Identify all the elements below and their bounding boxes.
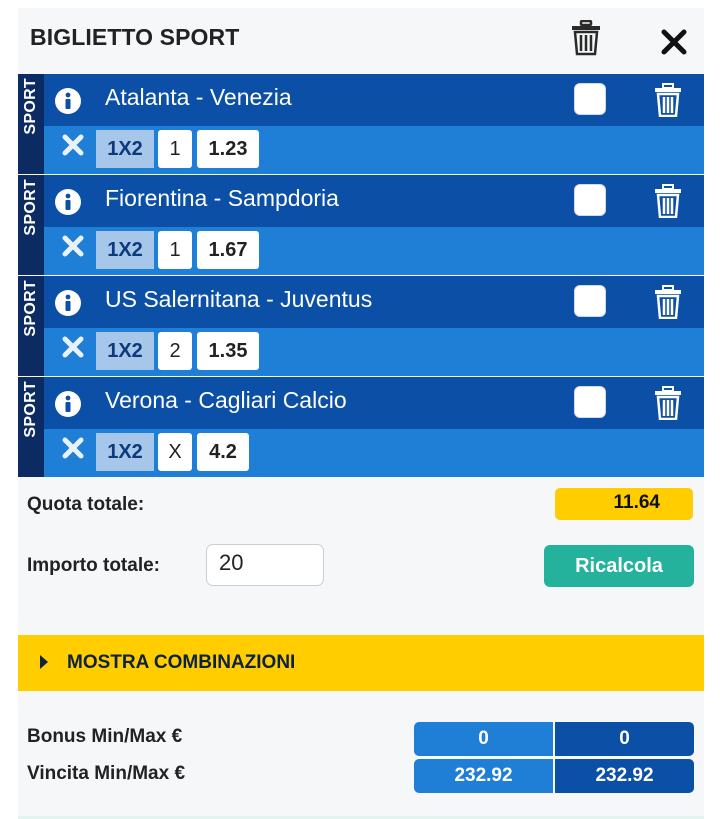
market-chip: 1X2: [96, 433, 154, 471]
sport-label: SPORT: [22, 179, 39, 236]
close-icon[interactable]: [660, 28, 688, 56]
trash-icon[interactable]: [655, 386, 681, 420]
quota-label: Quota totale:: [27, 494, 145, 515]
bet-row: SPORT Fiorentina - Sampdoria 1X2 1 1.67: [18, 175, 704, 275]
trash-all-icon[interactable]: [571, 20, 601, 56]
sport-label: SPORT: [22, 280, 39, 337]
sport-label: SPORT: [22, 78, 39, 135]
odd-chip: 1.23: [197, 130, 259, 168]
bonus-min-value: 0: [414, 722, 553, 756]
bet-selection-bar: 1X2 1 1.67: [44, 227, 704, 275]
info-icon[interactable]: [54, 390, 82, 418]
match-name: US Salernitana - Juventus: [105, 286, 373, 312]
bonus-label: Bonus Min/Max €: [27, 726, 183, 747]
amount-input[interactable]: 20: [206, 544, 324, 586]
sport-tab: SPORT: [18, 377, 44, 477]
market-chip: 1X2: [96, 332, 154, 370]
market-chip: 1X2: [96, 231, 154, 269]
bet-checkbox[interactable]: [574, 285, 606, 317]
show-combinations-toggle[interactable]: MOSTRA COMBINAZIONI: [18, 635, 704, 691]
bet-checkbox[interactable]: [574, 83, 606, 115]
match-name: Fiorentina - Sampdoria: [105, 185, 339, 211]
bet-row: SPORT Atalanta - Venezia 1X2 1 1.23: [18, 74, 704, 174]
bet-row: SPORT Verona - Cagliari Calcio 1X2 X 4.2: [18, 377, 704, 477]
selection-chip: 1: [158, 130, 192, 168]
remove-selection-icon[interactable]: [62, 134, 84, 156]
odd-chip: 1.67: [197, 231, 259, 269]
remove-selection-icon[interactable]: [62, 437, 84, 459]
remove-selection-icon[interactable]: [62, 336, 84, 358]
match-name: Atalanta - Venezia: [105, 84, 292, 110]
win-max-value: 232.92: [555, 759, 694, 793]
caret-right-icon: [40, 655, 48, 669]
trash-icon[interactable]: [655, 285, 681, 319]
bet-match-bar: Verona - Cagliari Calcio: [44, 377, 704, 429]
win-label: Vincita Min/Max €: [27, 763, 186, 784]
selection-chip: 2: [158, 332, 192, 370]
bonus-max-value: 0: [555, 722, 694, 756]
bet-selection-bar: 1X2 2 1.35: [44, 328, 704, 376]
info-icon[interactable]: [54, 289, 82, 317]
bet-selection-bar: 1X2 1 1.23: [44, 126, 704, 174]
bet-row: SPORT US Salernitana - Juventus 1X2 2 1.…: [18, 276, 704, 376]
selection-chip: X: [158, 433, 192, 471]
bet-match-bar: Fiorentina - Sampdoria: [44, 175, 704, 227]
odd-chip: 4.2: [197, 433, 249, 471]
slip-header: BIGLIETTO SPORT: [18, 8, 704, 74]
sport-label: SPORT: [22, 381, 39, 438]
slip-title: BIGLIETTO SPORT: [30, 24, 240, 50]
info-icon[interactable]: [54, 87, 82, 115]
market-chip: 1X2: [96, 130, 154, 168]
bet-match-bar: US Salernitana - Juventus: [44, 276, 704, 328]
bet-slip-panel: BIGLIETTO SPORT SPORT Atalanta - Venezia…: [18, 8, 704, 819]
amount-label: Importo totale:: [27, 555, 160, 576]
bet-match-bar: Atalanta - Venezia: [44, 74, 704, 126]
bet-checkbox[interactable]: [574, 386, 606, 418]
recalculate-button[interactable]: Ricalcola: [544, 545, 694, 587]
sport-tab: SPORT: [18, 74, 44, 174]
bet-checkbox[interactable]: [574, 184, 606, 216]
sport-tab: SPORT: [18, 276, 44, 376]
match-name: Verona - Cagliari Calcio: [105, 387, 347, 413]
win-min-value: 232.92: [414, 759, 553, 793]
bet-selection-bar: 1X2 X 4.2: [44, 429, 704, 477]
quota-value: 11.64: [555, 488, 693, 520]
info-icon[interactable]: [54, 188, 82, 216]
remove-selection-icon[interactable]: [62, 235, 84, 257]
sport-tab: SPORT: [18, 175, 44, 275]
trash-icon[interactable]: [655, 83, 681, 117]
odd-chip: 1.35: [197, 332, 259, 370]
combinations-label: MOSTRA COMBINAZIONI: [67, 652, 296, 673]
trash-icon[interactable]: [655, 184, 681, 218]
selection-chip: 1: [158, 231, 192, 269]
